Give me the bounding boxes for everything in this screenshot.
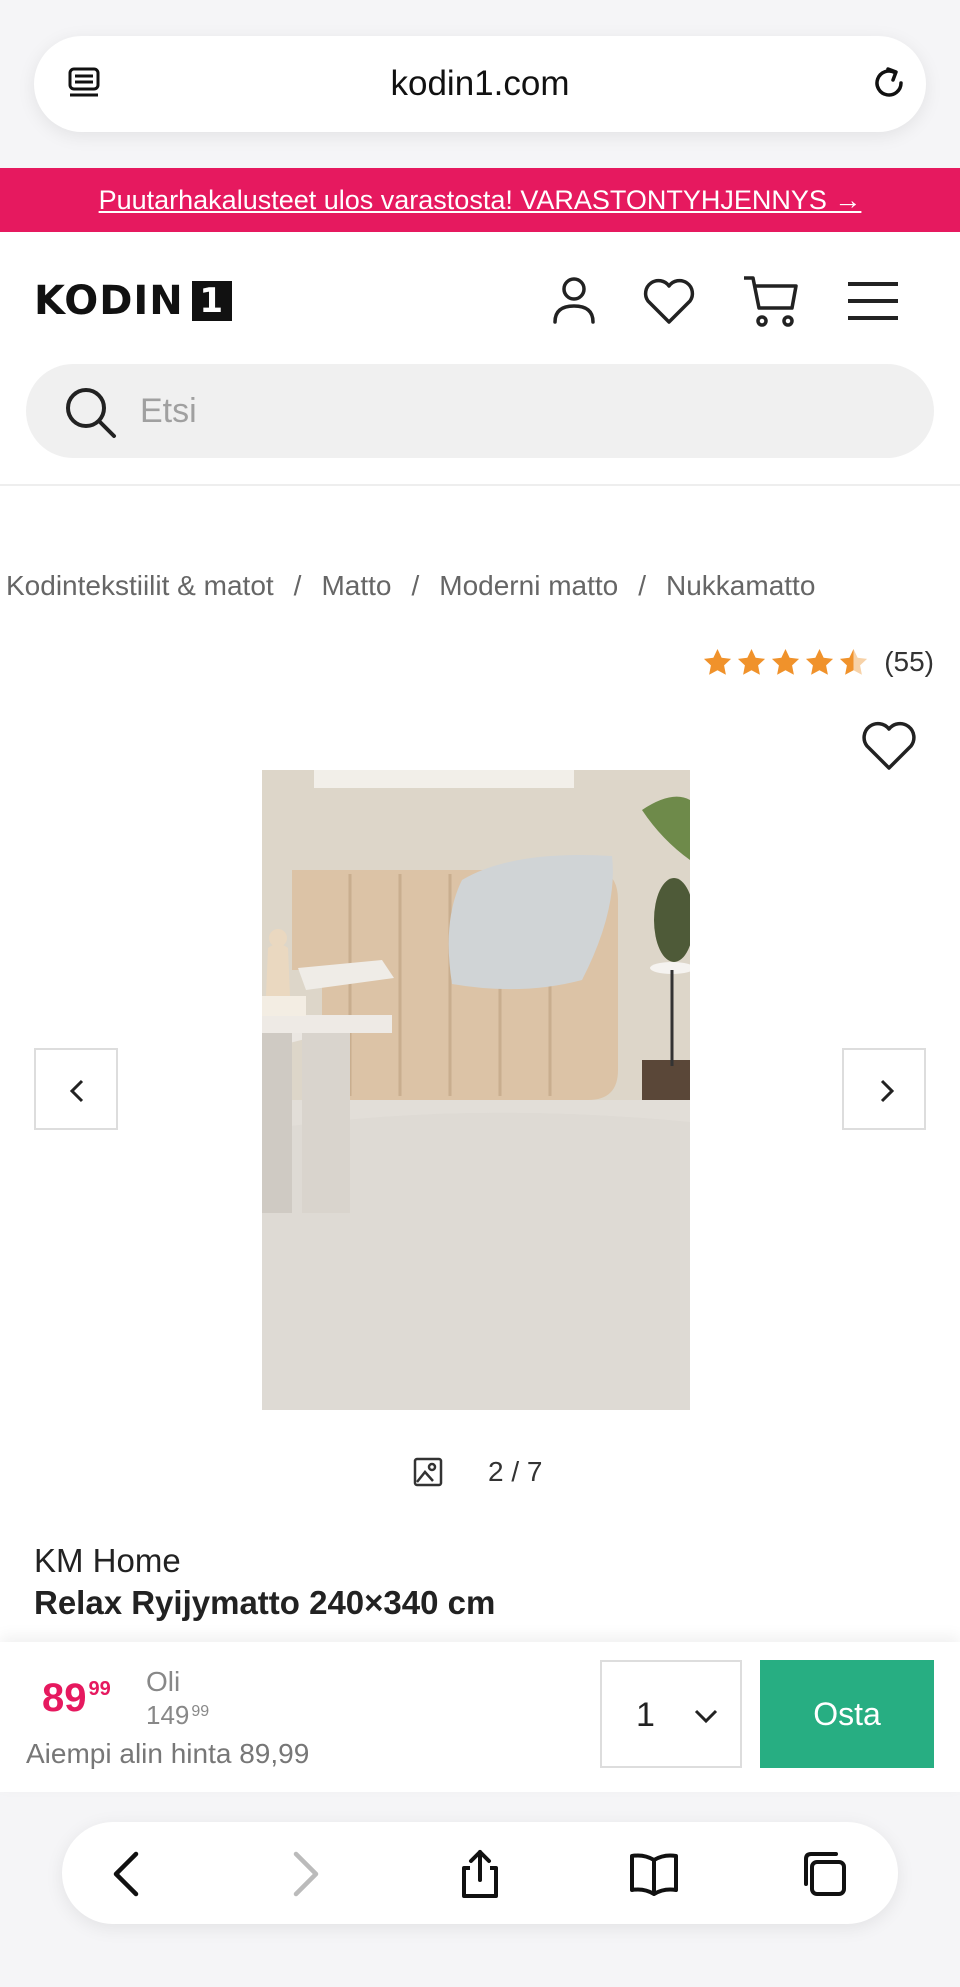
breadcrumb-separator: / bbox=[293, 570, 302, 601]
chevron-left-icon bbox=[69, 1079, 84, 1103]
breadcrumb-separator: / bbox=[638, 570, 647, 601]
forward-icon[interactable] bbox=[278, 1848, 330, 1900]
product-brand[interactable]: KM Home bbox=[34, 1542, 181, 1580]
add-to-wishlist-icon[interactable] bbox=[860, 718, 918, 772]
rating-count[interactable]: (55) bbox=[884, 646, 934, 678]
gallery-next-button[interactable] bbox=[842, 1048, 926, 1130]
header-divider bbox=[0, 484, 960, 486]
account-icon[interactable] bbox=[543, 270, 605, 332]
browser-toolbar bbox=[62, 1822, 898, 1924]
search-icon bbox=[66, 388, 116, 438]
search-input[interactable] bbox=[140, 386, 900, 436]
was-price-label: Oli bbox=[146, 1666, 181, 1697]
search-bar[interactable] bbox=[26, 364, 934, 458]
was-price-cents: 99 bbox=[191, 1703, 210, 1720]
url-text[interactable]: kodin1.com bbox=[34, 64, 926, 104]
breadcrumb-separator: / bbox=[411, 570, 420, 601]
cart-icon[interactable] bbox=[740, 270, 802, 332]
current-price: 89 99 bbox=[42, 1676, 111, 1721]
quantity-select[interactable]: 1 bbox=[600, 1660, 742, 1768]
product-rating[interactable]: (55) bbox=[702, 646, 934, 678]
star-icon bbox=[772, 648, 800, 675]
was-price: 149 99 bbox=[146, 1700, 209, 1731]
lowest-price-note: Aiempi alin hinta 89,99 bbox=[26, 1738, 310, 1769]
browser-address-area: kodin1.com bbox=[0, 0, 960, 168]
star-icon bbox=[806, 648, 834, 675]
logo-badge: 1 bbox=[191, 281, 232, 321]
breadcrumb-item[interactable]: Kodintekstiilit & matot bbox=[6, 570, 274, 601]
chevron-down-icon bbox=[694, 1709, 718, 1724]
star-icon bbox=[738, 648, 766, 675]
breadcrumb: Kodintekstiilit & matot / Matto / Moderni ma… bbox=[6, 570, 815, 602]
buy-bar: 89 99 Oli 149 99 Aiempi alin hinta 89,99 1… bbox=[0, 1642, 960, 1792]
chevron-right-icon bbox=[880, 1079, 895, 1103]
product-photo-illustration bbox=[262, 770, 690, 1410]
image-icon[interactable] bbox=[412, 1456, 444, 1488]
star-half-icon bbox=[840, 648, 868, 675]
share-icon[interactable] bbox=[454, 1848, 506, 1900]
gallery-counter-text: 2 / 7 bbox=[488, 1456, 543, 1487]
promo-banner[interactable]: Puutarhakalusteet ulos varastosta! VARAS… bbox=[0, 168, 960, 232]
page-content: KODIN 1 Kodintekstiilit & matot / Matto / Mo… bbox=[0, 232, 960, 1642]
quantity-value: 1 bbox=[636, 1696, 655, 1734]
bookmarks-icon[interactable] bbox=[628, 1848, 680, 1900]
breadcrumb-item[interactable]: Nukkamatto bbox=[666, 570, 815, 601]
was-price-whole: 149 bbox=[146, 1700, 190, 1730]
gallery-prev-button[interactable] bbox=[34, 1048, 118, 1130]
price-whole: 89 bbox=[42, 1676, 87, 1720]
tabs-icon[interactable] bbox=[798, 1848, 850, 1900]
logo[interactable]: KODIN 1 bbox=[34, 278, 232, 324]
buy-button[interactable]: Osta bbox=[760, 1660, 934, 1768]
reload-icon[interactable] bbox=[868, 62, 910, 104]
product-image[interactable] bbox=[262, 770, 690, 1410]
menu-icon[interactable] bbox=[842, 270, 904, 332]
breadcrumb-item[interactable]: Moderni matto bbox=[439, 570, 618, 601]
price-cents: 99 bbox=[88, 1678, 111, 1700]
address-bar[interactable]: kodin1.com bbox=[34, 36, 926, 132]
back-icon[interactable] bbox=[102, 1848, 154, 1900]
star-icon bbox=[704, 648, 732, 675]
breadcrumb-item[interactable]: Matto bbox=[321, 570, 391, 601]
logo-text: KODIN bbox=[34, 278, 184, 324]
wishlist-icon[interactable] bbox=[638, 270, 700, 332]
gallery-counter: 2 / 7 bbox=[412, 1456, 542, 1488]
product-title: Relax Ryijymatto 240×340 cm bbox=[34, 1584, 496, 1621]
